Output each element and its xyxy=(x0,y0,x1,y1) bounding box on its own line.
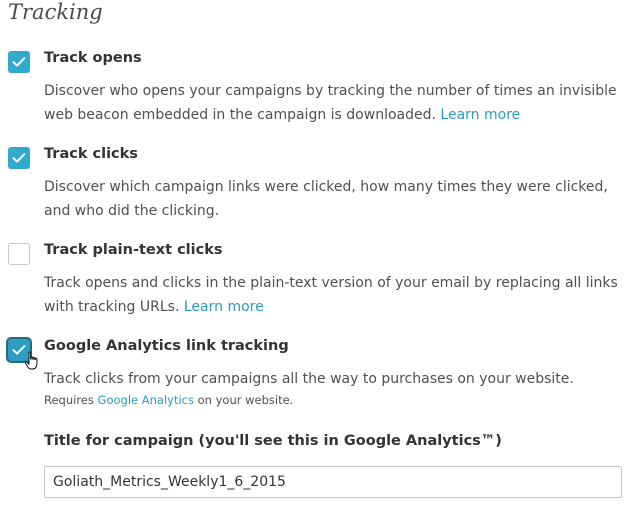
campaign-title-input[interactable] xyxy=(44,466,622,498)
google-analytics-description: Track clicks from your campaigns all the… xyxy=(44,367,624,409)
hand-cursor-icon xyxy=(24,351,38,370)
learn-more-link[interactable]: Learn more xyxy=(184,299,264,315)
check-icon xyxy=(12,57,26,67)
learn-more-link[interactable]: Learn more xyxy=(440,107,520,123)
track-plain-text-clicks-checkbox[interactable] xyxy=(8,243,30,265)
track-clicks-description: Discover which campaign links were click… xyxy=(44,179,608,219)
track-opens-checkbox[interactable] xyxy=(8,51,30,73)
track-opens-label[interactable]: Track opens xyxy=(44,50,142,66)
track-opens-description: Discover who opens your campaigns by tra… xyxy=(44,83,617,123)
track-clicks-label[interactable]: Track clicks xyxy=(44,146,138,162)
track-plain-text-clicks-description: Track opens and clicks in the plain-text… xyxy=(44,275,618,315)
campaign-title-label: Title for campaign (you'll see this in G… xyxy=(44,433,502,449)
section-heading: Tracking xyxy=(8,0,103,24)
google-analytics-link[interactable]: Google Analytics xyxy=(98,393,194,407)
track-clicks-checkbox[interactable] xyxy=(8,147,30,169)
requires-note: Requires Google Analytics on your websit… xyxy=(44,393,294,407)
track-plain-text-clicks-label[interactable]: Track plain-text clicks xyxy=(44,242,222,258)
check-icon xyxy=(12,153,26,163)
google-analytics-label[interactable]: Google Analytics link tracking xyxy=(44,338,289,354)
